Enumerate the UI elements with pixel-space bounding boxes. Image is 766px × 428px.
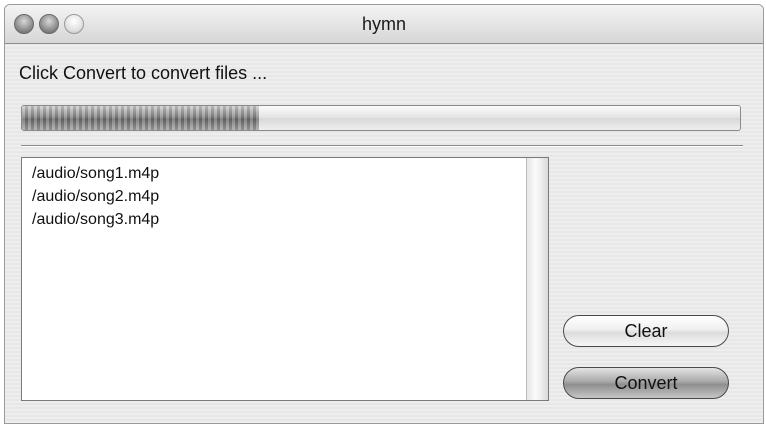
list-item[interactable]: /audio/song1.m4p <box>32 162 522 185</box>
status-message: Click Convert to convert files ... <box>19 63 268 83</box>
list-item[interactable]: /audio/song2.m4p <box>32 185 522 208</box>
vertical-scrollbar[interactable] <box>526 158 548 400</box>
app-window: hymn Click Convert to convert files ... … <box>4 4 764 424</box>
convert-button[interactable]: Convert <box>563 367 729 399</box>
file-list[interactable]: /audio/song1.m4p /audio/song2.m4p /audio… <box>21 157 549 401</box>
progress-bar <box>21 105 741 131</box>
file-list-items: /audio/song1.m4p /audio/song2.m4p /audio… <box>32 162 522 231</box>
clear-button[interactable]: Clear <box>563 315 729 347</box>
divider <box>21 145 743 147</box>
progress-fill <box>22 106 259 130</box>
window-title: hymn <box>361 14 406 34</box>
title-bar[interactable]: hymn <box>5 5 763 44</box>
list-item[interactable]: /audio/song3.m4p <box>32 208 522 231</box>
